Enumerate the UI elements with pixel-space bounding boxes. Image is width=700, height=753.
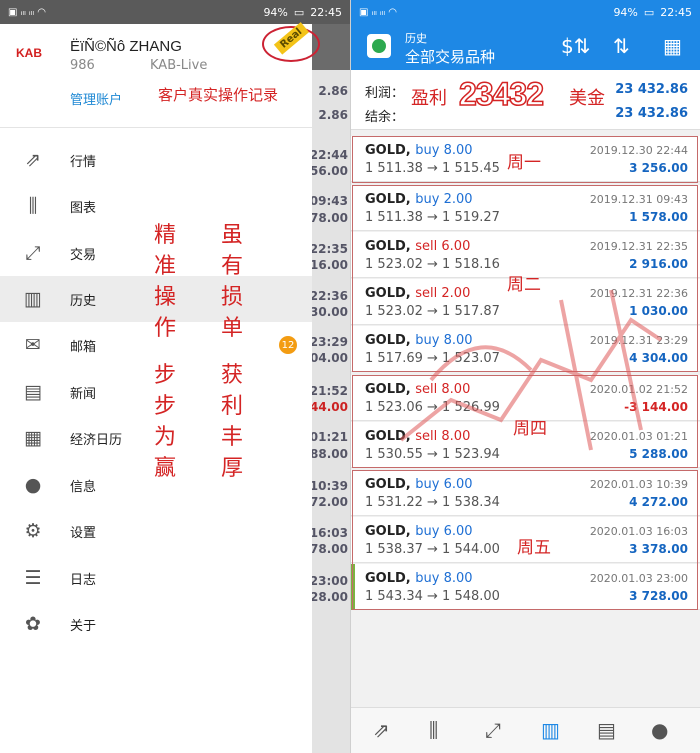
history-icon: ▥ [24, 288, 42, 310]
background-value: 78.00 [310, 211, 348, 225]
background-value: 28.00 [310, 590, 348, 604]
menu-item-label: 历史 [70, 293, 97, 309]
unread-badge: 12 [279, 336, 297, 354]
annotation-vertical-text: 获 利 丰 厚 [220, 363, 243, 481]
history-summary: 利润： 23 432.86 结余： 23 432.86 盈利 23432 美金 [351, 70, 700, 130]
broker-logo: KAB [16, 46, 42, 60]
account-server: KAB-Live [150, 58, 208, 73]
trade-icon: ⤢ [25, 242, 41, 264]
balance-value: 23 432.86 [615, 106, 688, 121]
chart-icon: ⫼ [28, 195, 38, 217]
background-value: 72.00 [310, 495, 348, 509]
annotation-day-label: 周五 [517, 538, 551, 558]
handwritten-signature [399, 289, 663, 451]
annotation-note: 客户真实操作记录 [158, 86, 279, 104]
account-name[interactable]: ËïÑ©Ñô ZHANG [70, 38, 182, 55]
background-value: 44.00 [310, 400, 348, 414]
status-bar: ▣ ᵢₗₗ ᵢₗₗ ◠ 94% ▭ 22:45 [0, 0, 350, 24]
menu-item-label: 经济日历 [70, 432, 123, 448]
background-value: 04.00 [310, 351, 348, 365]
account-number: 986 [70, 58, 95, 73]
quotes-icon[interactable]: ⇗ [373, 718, 390, 742]
journal-icon: ☰ [24, 567, 42, 589]
background-value: 21:52 [309, 384, 348, 398]
about-icon: ✿ [25, 613, 41, 635]
background-value: 10:39 [309, 479, 348, 493]
battery-icon: ▭ [643, 5, 655, 19]
trade-icon[interactable]: ⤢ [485, 718, 501, 742]
annotation-vertical-text: 虽 有 损 单 [220, 223, 243, 341]
menu-item-label: 新闻 [70, 386, 97, 402]
battery-level: 94% [613, 5, 638, 19]
menu-item-label: 行情 [70, 154, 97, 170]
settings-icon: ⚙ [24, 520, 42, 542]
profit-value: 23 432.86 [615, 82, 688, 97]
background-value: 22:44 [309, 148, 348, 162]
menu-item-about[interactable]: ✿ 关于 [0, 601, 312, 647]
status-bar: ▣ ᵢₗₗ ᵢₗₗ ◠ 94% ▭ 22:45 [351, 0, 700, 24]
left-screen: ▣ ᵢₗₗ ᵢₗₗ ◠ 94% ▭ 22:45 2.86 2.86 22:44 … [0, 0, 350, 753]
menu-item-label: 交易 [70, 247, 97, 263]
battery-level: 94% [263, 5, 288, 19]
sort-icon[interactable]: ⇅ [613, 34, 630, 58]
menu-item-label: 邮箱 [70, 339, 97, 355]
deposit-filter-icon[interactable]: $⇅ [561, 34, 590, 58]
annotation-vertical-text: 精 准 操 作 [153, 223, 176, 341]
clock: 22:45 [310, 5, 342, 19]
background-value: 78.00 [310, 542, 348, 556]
calendar-icon: ▦ [24, 427, 42, 449]
background-value: 01:21 [309, 430, 348, 444]
annotation-profit-number: 23432 [458, 75, 544, 113]
toolbar-subtitle: 历史 [405, 32, 427, 45]
annotation-day-label: 周一 [507, 153, 541, 173]
background-value: 16.00 [310, 258, 348, 272]
calendar-icon[interactable]: ▦ [663, 34, 682, 58]
menu-item-label: 设置 [70, 525, 97, 541]
annotation-profit-label: 盈利 [411, 88, 447, 109]
drawer-header: KAB ËïÑ©Ñô ZHANG 986 KAB-Live 管理账户 Real … [0, 22, 320, 128]
chat-icon[interactable]: ● [651, 718, 668, 742]
menu-item-quotes[interactable]: ⇗ 行情 [0, 137, 312, 183]
chart-icon[interactable]: ⫼ [429, 718, 438, 742]
navigation-drawer: KAB ËïÑ©Ñô ZHANG 986 KAB-Live 管理账户 Real … [0, 22, 320, 753]
profit-label: 利润： [365, 86, 405, 101]
news-icon: ▤ [24, 381, 42, 403]
sim-icon: ▣ ᵢₗₗ ᵢₗₗ ◠ [8, 6, 46, 18]
annotation-vertical-text: 步 步 为 赢 [153, 363, 176, 481]
news-icon[interactable]: ▤ [597, 718, 616, 742]
background-value: 23:29 [309, 335, 348, 349]
history-toolbar: 历史 全部交易品种 $⇅ ⇅ ▦ [351, 24, 700, 70]
quotes-icon: ⇗ [25, 149, 41, 171]
clock: 22:45 [660, 5, 692, 19]
mail-icon: ✉ [25, 334, 41, 356]
battery-icon: ▭ [293, 5, 305, 19]
menu-item-label: 关于 [70, 618, 97, 634]
menu-item-label: 日志 [70, 572, 97, 588]
background-value: 2.86 [318, 84, 348, 98]
background-value: 2.86 [318, 108, 348, 122]
background-value: 22:35 [309, 242, 348, 256]
history-icon[interactable]: ▥ [541, 718, 560, 742]
balance-label: 结余： [365, 110, 405, 125]
background-value: 22:36 [309, 289, 348, 303]
sim-icon: ▣ ᵢₗₗ ᵢₗₗ ◠ [359, 6, 397, 18]
menu-item-label: 信息 [70, 479, 97, 495]
chat-icon: ● [24, 474, 42, 496]
bottom-navigation: ⇗ ⫼ ⤢ ▥ ▤ ● [351, 707, 700, 753]
annotation-profit-unit: 美金 [569, 88, 605, 109]
background-value: 30.00 [310, 305, 348, 319]
menu-item-label: 图表 [70, 200, 97, 216]
right-screen: ▣ ᵢₗₗ ᵢₗₗ ◠ 94% ▭ 22:45 历史 全部交易品种 $⇅ ⇅ ▦… [351, 0, 700, 753]
app-logo-icon[interactable] [367, 34, 391, 58]
background-value: 23:00 [309, 574, 348, 588]
background-history-list: 2.86 2.86 22:44 56.00 09:43 78.00 22:35 … [309, 24, 350, 753]
background-value: 88.00 [310, 447, 348, 461]
background-value: 16:03 [309, 526, 348, 540]
menu-item-journal[interactable]: ☰ 日志 [0, 555, 312, 601]
manage-accounts-link[interactable]: 管理账户 [70, 89, 122, 108]
symbol-filter[interactable]: 全部交易品种 [405, 46, 495, 67]
menu-item-settings[interactable]: ⚙ 设置 [0, 508, 312, 554]
background-value: 56.00 [310, 164, 348, 178]
background-value: 09:43 [309, 194, 348, 208]
